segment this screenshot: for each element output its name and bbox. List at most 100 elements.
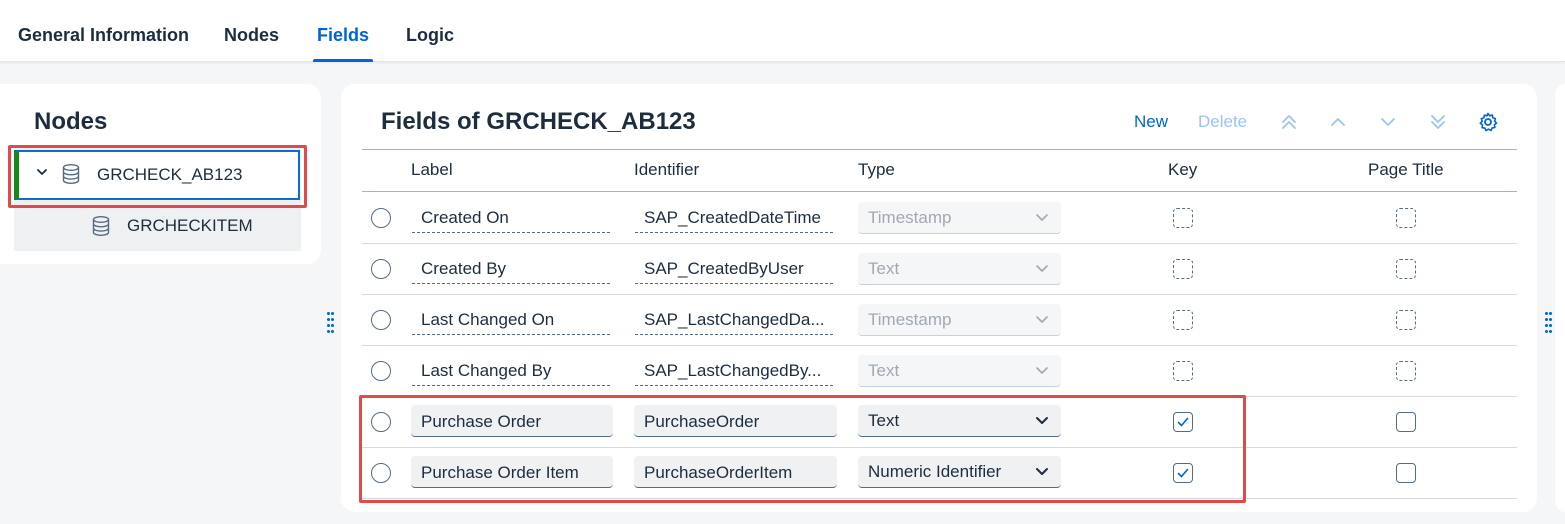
- tab-label: Logic: [406, 25, 454, 45]
- database-icon: [92, 216, 110, 236]
- row-select-radio[interactable]: [371, 310, 391, 330]
- key-checkbox[interactable]: [1173, 412, 1193, 432]
- label-text: Purchase Order Item: [421, 463, 579, 482]
- identifier-text: PurchaseOrderItem: [644, 463, 793, 482]
- active-tab-indicator: [313, 59, 374, 62]
- type-text: Timestamp: [868, 310, 952, 329]
- identifier-input[interactable]: PurchaseOrder: [634, 405, 837, 437]
- label-text: Purchase Order: [421, 412, 541, 431]
- row-divider: [362, 294, 1517, 295]
- new-button[interactable]: New: [1134, 112, 1168, 132]
- page-title-checkbox: [1396, 259, 1416, 279]
- type-text: Text: [868, 361, 900, 380]
- label-input[interactable]: Purchase Order Item: [411, 456, 613, 488]
- row-select-radio[interactable]: [371, 412, 391, 432]
- type-select: Timestamp: [858, 304, 1061, 336]
- label-text: Last Changed On: [421, 310, 555, 329]
- row-select-radio[interactable]: [371, 259, 391, 279]
- type-select: Text: [858, 253, 1061, 285]
- column-header-key: Key: [1168, 160, 1198, 179]
- type-select: Text: [858, 355, 1061, 387]
- move-to-top-icon[interactable]: [1279, 112, 1299, 132]
- row-divider: [362, 447, 1517, 448]
- table-top-border: [362, 149, 1517, 150]
- key-checkbox: [1173, 361, 1193, 381]
- database-icon: [62, 164, 80, 184]
- chevron-down-icon: [1036, 214, 1048, 221]
- splitter-handle-left[interactable]: [327, 310, 334, 334]
- identifier-text: SAP_LastChangedBy...: [644, 361, 822, 380]
- checkmark-icon: [1177, 417, 1189, 427]
- chevron-down-icon: [1036, 367, 1048, 374]
- nodes-panel-title: Nodes: [34, 108, 108, 135]
- page-title-checkbox: [1396, 310, 1416, 330]
- label-text: Last Changed By: [421, 361, 552, 380]
- type-text: Timestamp: [868, 208, 952, 227]
- move-up-icon[interactable]: [1328, 112, 1348, 132]
- type-select[interactable]: Numeric Identifier: [858, 456, 1061, 488]
- type-select[interactable]: Text: [858, 405, 1061, 437]
- tab-label: General Information: [18, 25, 190, 45]
- column-header-label: Label: [411, 160, 453, 179]
- tab-bar: General Information Nodes Fields Logic: [0, 0, 1565, 62]
- tree-item-label: GRCHECK_AB123: [97, 165, 243, 184]
- tab-label: Fields: [317, 25, 370, 45]
- label-field: Created By: [412, 252, 610, 284]
- identifier-input[interactable]: PurchaseOrderItem: [634, 456, 837, 488]
- settings-gear-icon[interactable]: [1478, 112, 1498, 132]
- identifier-field: SAP_CreatedDateTime: [635, 201, 833, 233]
- key-checkbox: [1173, 310, 1193, 330]
- key-checkbox: [1173, 208, 1193, 228]
- row-select-radio[interactable]: [371, 208, 391, 228]
- column-header-identifier: Identifier: [634, 160, 700, 179]
- page-title-checkbox[interactable]: [1396, 463, 1416, 483]
- right-panel-edge: [1555, 84, 1565, 512]
- fields-panel-title: Fields of GRCHECK_AB123: [381, 108, 696, 135]
- identifier-field: SAP_LastChangedBy...: [635, 354, 833, 386]
- move-to-bottom-icon[interactable]: [1428, 112, 1448, 132]
- tab-fields[interactable]: Fields: [313, 0, 374, 62]
- identifier-text: PurchaseOrder: [644, 412, 760, 431]
- key-checkbox[interactable]: [1173, 463, 1193, 483]
- tab-general-information[interactable]: General Information: [18, 0, 189, 62]
- chevron-down-icon[interactable]: [35, 165, 49, 179]
- table-bottom-border: [362, 498, 1517, 499]
- tab-logic[interactable]: Logic: [406, 0, 454, 62]
- tab-label: Nodes: [224, 25, 280, 45]
- label-field: Last Changed On: [412, 303, 610, 335]
- type-text: Numeric Identifier: [868, 462, 1002, 481]
- chevron-down-icon: [1036, 316, 1048, 323]
- label-field: Created On: [412, 201, 610, 233]
- label-input[interactable]: Purchase Order: [411, 405, 613, 437]
- row-divider: [362, 243, 1517, 244]
- identifier-text: SAP_LastChangedDa...: [644, 310, 825, 329]
- key-checkbox: [1173, 259, 1193, 279]
- chevron-down-icon: [1036, 265, 1048, 272]
- tab-nodes[interactable]: Nodes: [224, 0, 279, 62]
- identifier-field: SAP_LastChangedDa...: [635, 303, 833, 335]
- chevron-down-icon: [1036, 417, 1048, 424]
- splitter-handle-right[interactable]: [1545, 310, 1552, 334]
- page-title-checkbox: [1396, 361, 1416, 381]
- row-select-radio[interactable]: [371, 361, 391, 381]
- identifier-field: SAP_CreatedByUser: [635, 252, 833, 284]
- checkmark-icon: [1177, 468, 1189, 478]
- label-text: Created By: [421, 259, 507, 278]
- column-header-type: Type: [858, 160, 895, 179]
- delete-button[interactable]: Delete: [1198, 112, 1247, 132]
- page-title-checkbox: [1396, 208, 1416, 228]
- identifier-text: SAP_CreatedByUser: [644, 259, 804, 278]
- chevron-down-icon: [1036, 468, 1048, 475]
- row-divider: [362, 345, 1517, 346]
- page-title-checkbox[interactable]: [1396, 412, 1416, 432]
- identifier-text: SAP_CreatedDateTime: [644, 208, 822, 227]
- row-select-radio[interactable]: [371, 463, 391, 483]
- column-header-page-title: Page Title: [1368, 160, 1444, 179]
- header-bottom-border: [362, 191, 1517, 192]
- type-select: Timestamp: [858, 202, 1061, 234]
- label-field: Last Changed By: [412, 354, 610, 386]
- tree-item-grcheckitem[interactable]: GRCHECKITEM: [127, 216, 253, 236]
- move-down-icon[interactable]: [1378, 112, 1398, 132]
- label-text: Created On: [421, 208, 509, 227]
- type-text: Text: [868, 411, 900, 430]
